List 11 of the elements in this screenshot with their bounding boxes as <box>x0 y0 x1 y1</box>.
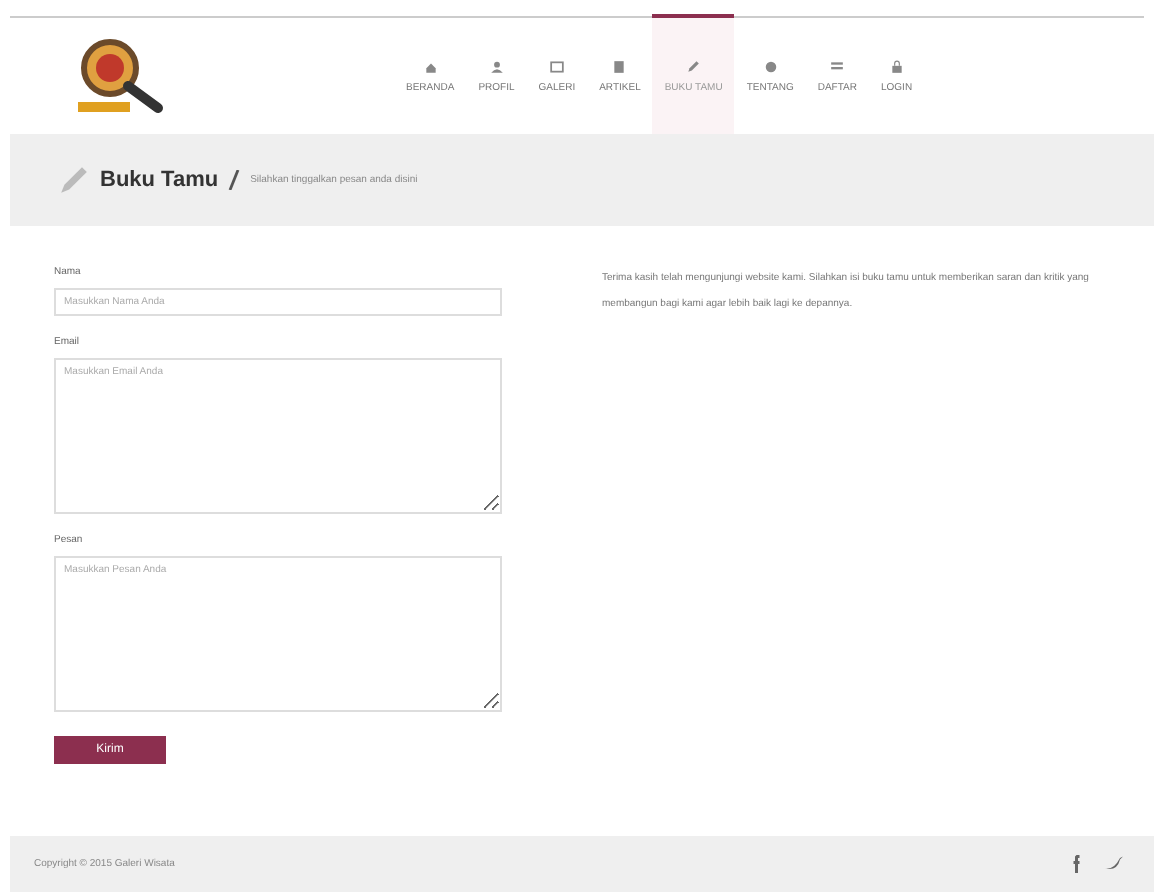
separator-icon <box>228 170 241 190</box>
frame-icon <box>549 59 564 73</box>
page-title: Buku Tamu <box>100 168 219 192</box>
home-icon <box>423 59 438 73</box>
pencil-icon <box>686 59 701 73</box>
document-icon <box>612 59 627 73</box>
lock-icon <box>889 59 904 73</box>
user-icon <box>489 59 504 73</box>
list-icon <box>830 59 845 73</box>
pencil-icon <box>58 164 90 196</box>
circle-icon <box>763 59 778 73</box>
